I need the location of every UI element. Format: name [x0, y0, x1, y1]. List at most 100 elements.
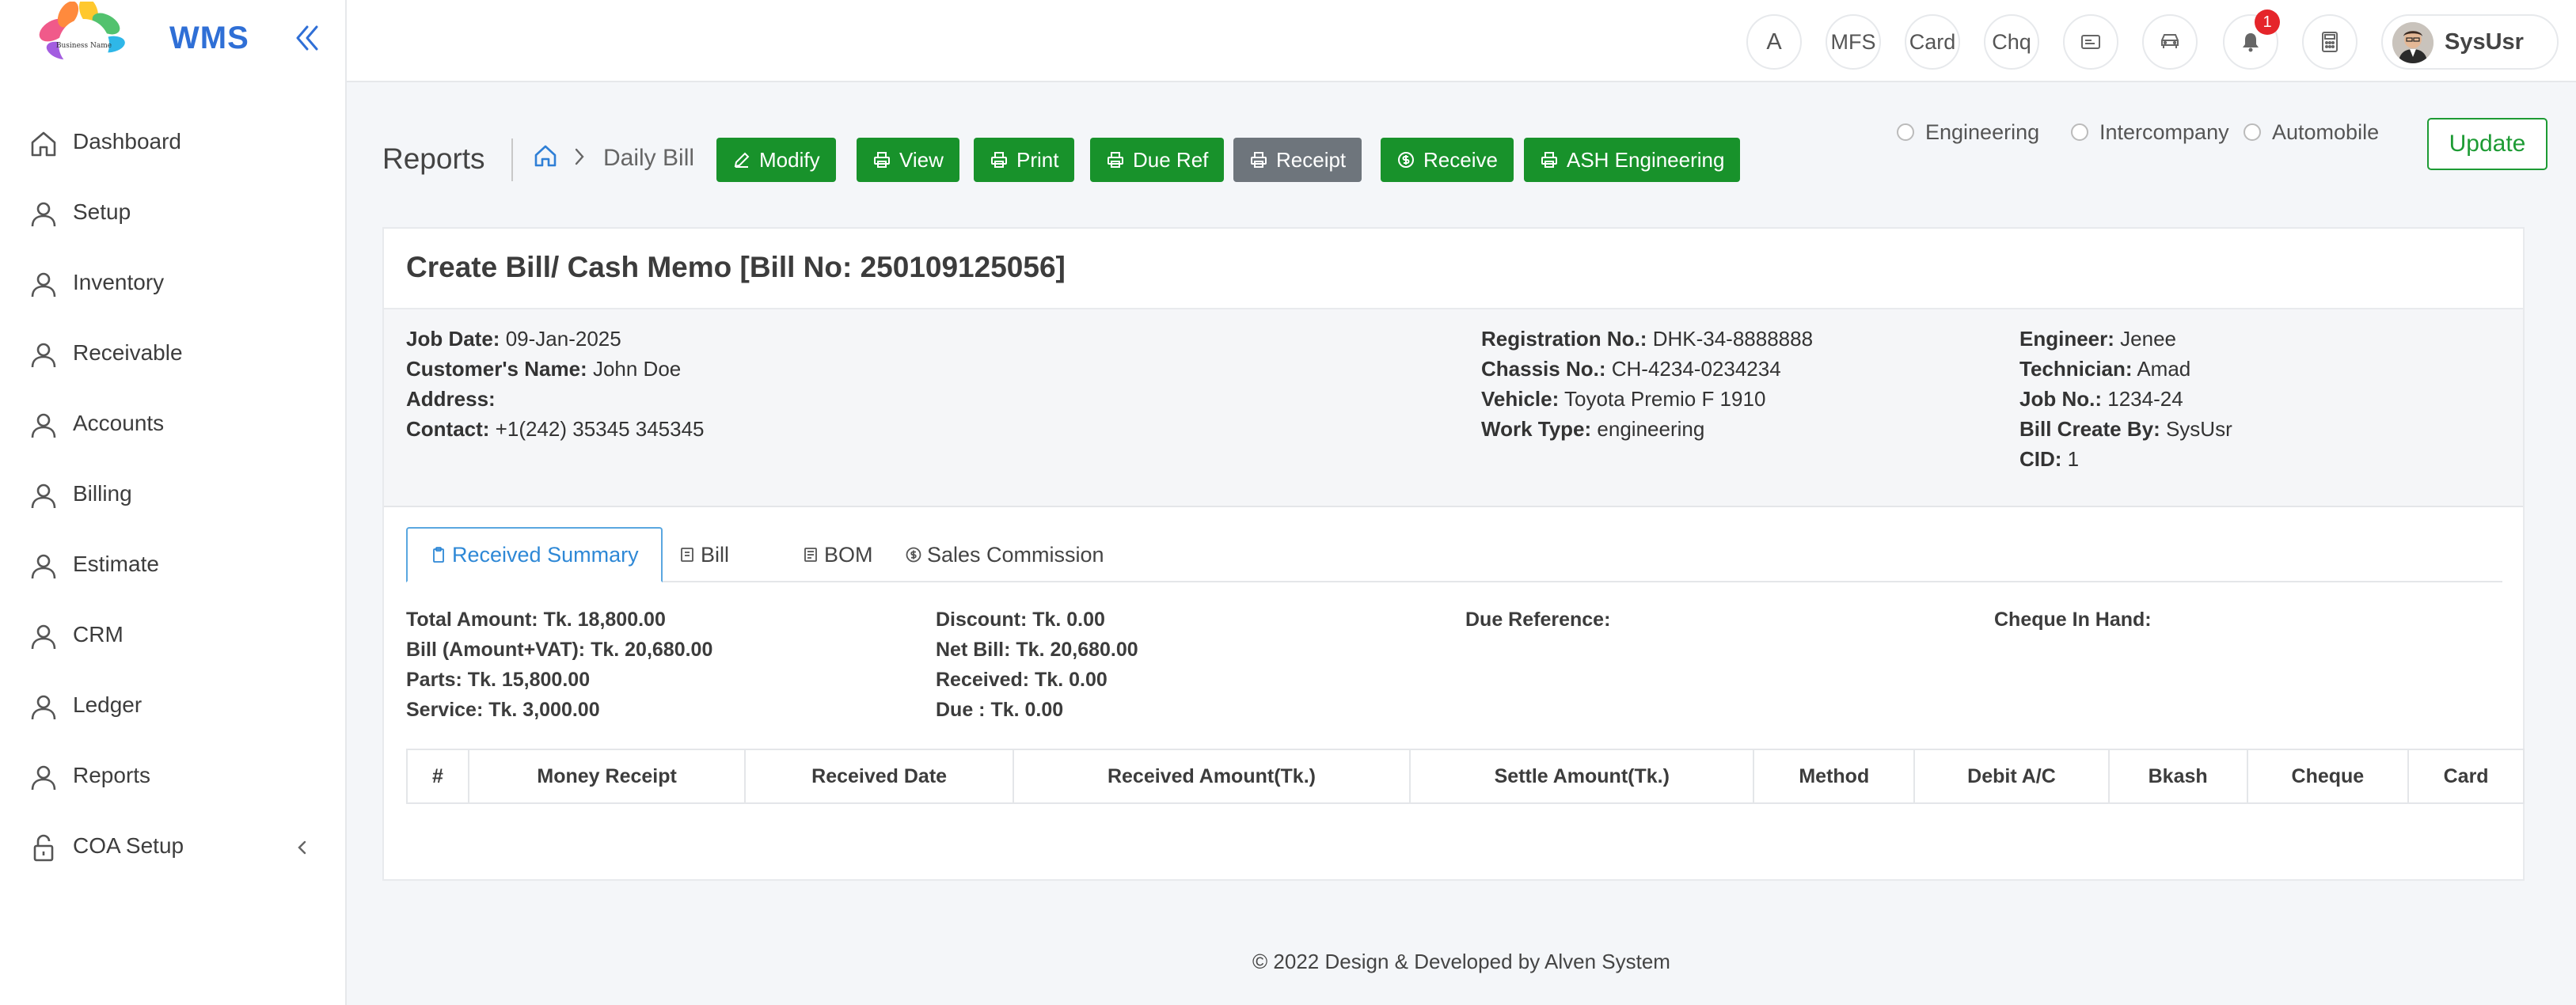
print-label: Print — [1016, 147, 1059, 172]
bell-icon — [2243, 33, 2259, 52]
column-header[interactable]: Received Amount(Tk.) — [1014, 750, 1411, 802]
view-label: View — [899, 147, 944, 172]
coin-icon — [1398, 152, 1414, 168]
notifications-button[interactable]: 1 — [2223, 9, 2280, 70]
column-header[interactable]: Money Receipt — [469, 750, 747, 802]
info-row: Customer's Name: John Doe — [406, 357, 682, 381]
notification-badge: 1 — [2255, 9, 2280, 35]
column-header[interactable]: Settle Amount(Tk.) — [1411, 750, 1755, 802]
sidebar-item-setup[interactable]: Setup — [0, 182, 347, 245]
calculator-button[interactable] — [2302, 14, 2358, 70]
bill-title: Create Bill/ Cash Memo [Bill No: 2501091… — [406, 251, 1066, 283]
info-row: Contact: +1(242) 35345 345345 — [406, 417, 705, 441]
ash-engineering-button[interactable]: ASH Engineering — [1524, 138, 1741, 182]
lock-icon — [33, 834, 54, 862]
user-icon — [31, 343, 56, 368]
collapse-sidebar-icon[interactable] — [290, 21, 325, 55]
tab-label: Bill — [701, 542, 730, 567]
chevron-left-icon — [298, 840, 306, 855]
radio-circle[interactable] — [2244, 123, 2261, 141]
column-header[interactable]: # — [408, 750, 469, 802]
info-row: Registration No.: DHK-34-8888888 — [1481, 327, 1814, 351]
company-logo[interactable]: Business Name — [36, 0, 130, 78]
header-divider — [511, 138, 513, 181]
column-header[interactable]: Debit A/C — [1915, 750, 2110, 802]
sidebar-item-label: COA Setup — [73, 833, 184, 858]
radio-circle[interactable] — [1897, 123, 1914, 141]
sidebar-item-reports[interactable]: Reports — [0, 745, 347, 809]
id-card-icon — [2081, 35, 2100, 49]
tab-sales-commission[interactable]: Sales Commission — [905, 527, 1104, 582]
sidebar: Business Name WMS Dashboard Setup Invent… — [0, 0, 347, 1005]
modify-label: Modify — [759, 147, 820, 172]
info-row: Job Date: 09-Jan-2025 — [406, 327, 621, 351]
receipt-button[interactable]: Receipt — [1233, 138, 1362, 182]
radio-engineering[interactable]: Engineering — [1897, 119, 2039, 146]
sidebar-item-crm[interactable]: CRM — [0, 605, 347, 668]
user-icon — [31, 624, 56, 650]
sidebar-item-coa-setup[interactable]: COA Setup — [0, 816, 347, 879]
vehicle-button[interactable] — [2142, 14, 2198, 70]
sidebar-item-label: Dashboard — [73, 129, 181, 154]
quick-a-button[interactable]: A — [1746, 14, 1802, 70]
tab-bar: Received Summary Bill BOM Sales Commissi… — [406, 527, 2502, 582]
summary-line: Service: Tk. 3,000.00 — [406, 699, 600, 721]
summary-line: Received: Tk. 0.00 — [936, 669, 1108, 691]
radio-circle[interactable] — [2071, 123, 2088, 141]
sidebar-item-billing[interactable]: Billing — [0, 464, 347, 527]
sidebar-item-accounts[interactable]: Accounts — [0, 393, 347, 457]
column-header[interactable]: Method — [1754, 750, 1916, 802]
summary-line: Cheque In Hand: — [1994, 609, 2152, 631]
mfs-button[interactable]: MFS — [1826, 14, 1881, 70]
radio-intercompany[interactable]: Intercompany — [2071, 119, 2229, 146]
sidebar-item-ledger[interactable]: Ledger — [0, 675, 347, 738]
user-icon — [31, 695, 56, 720]
user-icon — [31, 272, 56, 298]
avatar — [2392, 22, 2434, 63]
column-header[interactable]: Card — [2409, 750, 2523, 802]
info-row: Address: — [406, 387, 496, 411]
print-button[interactable]: Print — [974, 138, 1075, 182]
info-row: Bill Create By: SysUsr — [2019, 417, 2232, 441]
radio-automobile[interactable]: Automobile — [2244, 119, 2379, 146]
modify-button[interactable]: Modify — [716, 138, 836, 182]
radio-label: Intercompany — [2099, 119, 2229, 144]
view-button[interactable]: View — [857, 138, 959, 182]
column-header[interactable]: Bkash — [2110, 750, 2248, 802]
pencil-icon — [734, 152, 750, 168]
due-ref-label: Due Ref — [1133, 147, 1209, 172]
info-col-staff: Engineer: Jenee Technician: Amad Job No.… — [2019, 324, 2232, 474]
card-button[interactable]: Card — [1905, 14, 1960, 70]
tab-received-summary[interactable]: Received Summary — [406, 527, 663, 582]
card-header: Create Bill/ Cash Memo [Bill No: 2501091… — [384, 229, 2523, 309]
tab-bom[interactable]: BOM — [802, 527, 873, 582]
column-header[interactable]: Cheque — [2248, 750, 2410, 802]
breadcrumb-home-icon[interactable] — [532, 142, 559, 169]
user-menu[interactable]: SysUsr — [2381, 14, 2559, 70]
summary-line: Total Amount: Tk. 18,800.00 — [406, 609, 666, 631]
user-name: SysUsr — [2445, 29, 2524, 55]
sidebar-item-dashboard[interactable]: Dashboard — [0, 112, 347, 175]
receive-button[interactable]: Receive — [1381, 138, 1514, 182]
id-card-button[interactable] — [2063, 14, 2118, 70]
bill-card: Create Bill/ Cash Memo [Bill No: 2501091… — [382, 227, 2525, 881]
summary-line: Net Bill: Tk. 20,680.00 — [936, 639, 1138, 661]
tab-bill[interactable]: Bill — [678, 527, 729, 582]
due-ref-button[interactable]: Due Ref — [1090, 138, 1225, 182]
svg-text:Business Name: Business Name — [56, 42, 112, 50]
footer-credit: © 2022 Design & Developed by Alven Syste… — [1252, 950, 1670, 973]
sidebar-item-inventory[interactable]: Inventory — [0, 252, 347, 316]
tab-label: Received Summary — [452, 542, 639, 567]
sidebar-item-estimate[interactable]: Estimate — [0, 534, 347, 597]
radio-label: Engineering — [1925, 119, 2040, 144]
sidebar-item-receivable[interactable]: Receivable — [0, 323, 347, 386]
update-button[interactable]: Update — [2427, 118, 2548, 170]
job-info: Job Date: 09-Jan-2025 Customer's Name: J… — [384, 309, 2523, 507]
breadcrumb-current: Daily Bill — [603, 145, 695, 171]
column-header[interactable]: Received Date — [746, 750, 1014, 802]
cheque-button[interactable]: Chq — [1984, 14, 2039, 70]
radio-label: Automobile — [2272, 119, 2380, 144]
summary-amounts: Total Amount: Tk. 18,800.00 Bill (Amount… — [406, 605, 712, 725]
brand-name: WMS — [169, 21, 249, 55]
tab-label: BOM — [824, 542, 873, 567]
